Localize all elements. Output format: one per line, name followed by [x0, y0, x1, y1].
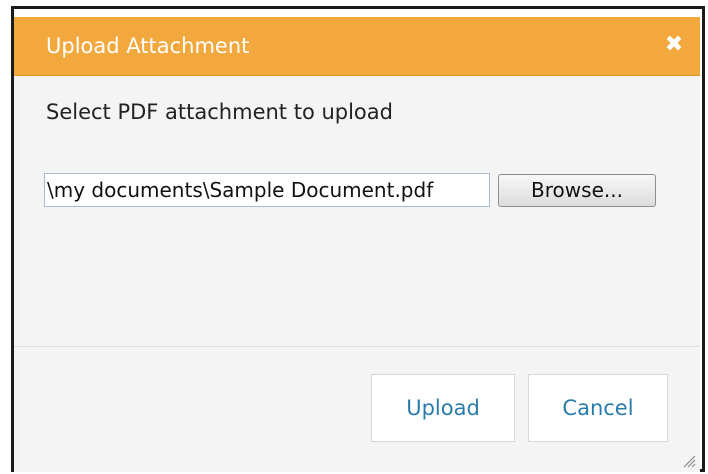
dialog-title: Upload Attachment — [46, 34, 250, 58]
dialog-footer: Upload Cancel — [14, 347, 700, 472]
dialog-titlebar[interactable]: Upload Attachment ✖ — [14, 17, 700, 76]
close-icon[interactable]: ✖ — [662, 33, 686, 57]
resize-grip-icon[interactable] — [680, 452, 696, 468]
upload-prompt: Select PDF attachment to upload — [46, 100, 393, 124]
file-path-value: \my documents\Sample Document.pdf — [47, 178, 434, 202]
dialog-body: Select PDF attachment to upload \my docu… — [14, 76, 700, 346]
browse-button[interactable]: Browse... — [498, 174, 656, 207]
file-path-input[interactable]: \my documents\Sample Document.pdf — [44, 173, 490, 207]
upload-attachment-dialog: Upload Attachment ✖ Select PDF attachmen… — [14, 17, 700, 472]
cancel-button[interactable]: Cancel — [528, 374, 668, 442]
upload-button[interactable]: Upload — [371, 374, 515, 442]
